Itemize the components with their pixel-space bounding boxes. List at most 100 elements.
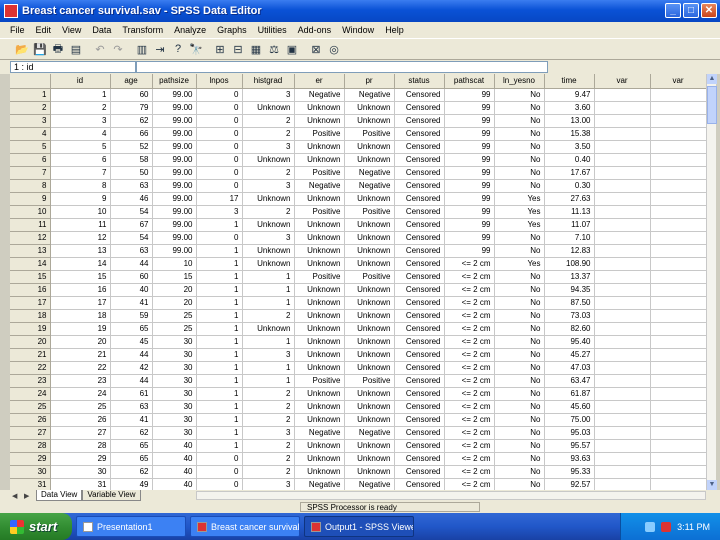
grid-cell[interactable]: Negative: [294, 179, 345, 193]
grid-cell[interactable]: [650, 413, 707, 427]
grid-cell[interactable]: [594, 88, 651, 102]
grid-cell[interactable]: 1: [196, 218, 243, 232]
grid-cell[interactable]: Unknown: [294, 387, 345, 401]
row-header[interactable]: 29: [10, 452, 51, 466]
tab-nav-left-icon[interactable]: ◀: [12, 492, 24, 500]
grid-cell[interactable]: Positive: [344, 127, 395, 141]
grid-cell[interactable]: 0: [196, 127, 243, 141]
row-header[interactable]: 3: [10, 114, 51, 128]
grid-cell[interactable]: 2: [242, 166, 295, 180]
grid-cell[interactable]: 16: [50, 283, 111, 297]
grid-cell[interactable]: 99: [444, 127, 495, 141]
redo-icon[interactable]: ↷: [110, 41, 126, 57]
row-header[interactable]: 18: [10, 309, 51, 323]
grid-cell[interactable]: Censored: [394, 153, 445, 167]
grid-cell[interactable]: Negative: [294, 88, 345, 102]
grid-cell[interactable]: 27.63: [544, 192, 595, 206]
grid-cell[interactable]: 99: [444, 140, 495, 154]
grid-cell[interactable]: [594, 348, 651, 362]
grid-cell[interactable]: Unknown: [344, 413, 395, 427]
grid-cell[interactable]: 0: [196, 88, 243, 102]
row-header[interactable]: 11: [10, 218, 51, 232]
grid-cell[interactable]: 99.00: [152, 218, 197, 232]
grid-cell[interactable]: 99.00: [152, 101, 197, 115]
grid-cell[interactable]: Unknown: [344, 218, 395, 232]
grid-cell[interactable]: Censored: [394, 322, 445, 336]
grid-cell[interactable]: 63: [110, 400, 153, 414]
value-labels-icon[interactable]: ⊠: [308, 41, 324, 57]
grid-cell[interactable]: 3: [242, 88, 295, 102]
grid-cell[interactable]: 99.00: [152, 244, 197, 258]
grid-cell[interactable]: [650, 218, 707, 232]
grid-cell[interactable]: 99: [444, 244, 495, 258]
grid-cell[interactable]: Unknown: [294, 153, 345, 167]
grid-cell[interactable]: [594, 257, 651, 271]
grid-cell[interactable]: 15: [50, 270, 111, 284]
grid-cell[interactable]: 59: [110, 309, 153, 323]
grid-cell[interactable]: Unknown: [294, 465, 345, 479]
row-header[interactable]: 2: [10, 101, 51, 115]
grid-cell[interactable]: 0: [196, 231, 243, 245]
grid-cell[interactable]: 63: [110, 244, 153, 258]
maximize-button[interactable]: □: [683, 3, 699, 18]
grid-cell[interactable]: 24: [50, 387, 111, 401]
grid-cell[interactable]: No: [494, 270, 545, 284]
grid-cell[interactable]: 1: [242, 296, 295, 310]
grid-cell[interactable]: [594, 309, 651, 323]
tab-data-view[interactable]: Data View: [36, 490, 83, 501]
grid-cell[interactable]: 1: [196, 270, 243, 284]
row-header[interactable]: 12: [10, 231, 51, 245]
row-header[interactable]: 17: [10, 296, 51, 310]
grid-cell[interactable]: Positive: [294, 205, 345, 219]
grid-cell[interactable]: Unknown: [294, 296, 345, 310]
save-icon[interactable]: 💾: [32, 41, 48, 57]
cell-value-input[interactable]: [136, 61, 548, 73]
grid-cell[interactable]: [650, 426, 707, 440]
grid-cell[interactable]: 2: [242, 127, 295, 141]
grid-cell[interactable]: [650, 348, 707, 362]
grid-cell[interactable]: Positive: [294, 270, 345, 284]
grid-cell[interactable]: Unknown: [344, 140, 395, 154]
grid-cell[interactable]: Unknown: [242, 244, 295, 258]
grid-cell[interactable]: <= 2 cm: [444, 361, 495, 375]
row-header[interactable]: 9: [10, 192, 51, 206]
grid-cell[interactable]: 15: [152, 270, 197, 284]
grid-cell[interactable]: 45: [110, 335, 153, 349]
grid-cell[interactable]: [594, 205, 651, 219]
grid-cell[interactable]: Censored: [394, 101, 445, 115]
grid-cell[interactable]: 94.35: [544, 283, 595, 297]
grid-cell[interactable]: Unknown: [344, 283, 395, 297]
grid-cell[interactable]: No: [494, 400, 545, 414]
grid-cell[interactable]: Unknown: [344, 244, 395, 258]
grid-cell[interactable]: 13.37: [544, 270, 595, 284]
grid-cell[interactable]: Censored: [394, 88, 445, 102]
grid-cell[interactable]: 67: [110, 218, 153, 232]
grid-cell[interactable]: 1: [242, 270, 295, 284]
task-data-editor[interactable]: Breast cancer survival...: [190, 516, 300, 537]
grid-cell[interactable]: 30: [152, 387, 197, 401]
grid-cell[interactable]: 1: [196, 374, 243, 388]
grid-cell[interactable]: 1: [196, 400, 243, 414]
grid-cell[interactable]: Yes: [494, 192, 545, 206]
grid-cell[interactable]: 99: [444, 205, 495, 219]
grid-cell[interactable]: 9: [50, 192, 111, 206]
grid-cell[interactable]: [594, 322, 651, 336]
grid-cell[interactable]: [594, 361, 651, 375]
grid-cell[interactable]: No: [494, 348, 545, 362]
grid-cell[interactable]: Unknown: [294, 309, 345, 323]
grid-cell[interactable]: 11.13: [544, 205, 595, 219]
grid-cell[interactable]: 99: [444, 218, 495, 232]
grid-cell[interactable]: 63.47: [544, 374, 595, 388]
grid-cell[interactable]: [650, 257, 707, 271]
grid-cell[interactable]: Unknown: [294, 257, 345, 271]
grid-cell[interactable]: [594, 179, 651, 193]
grid-cell[interactable]: 9.47: [544, 88, 595, 102]
grid-cell[interactable]: 27: [50, 426, 111, 440]
grid-cell[interactable]: Unknown: [242, 153, 295, 167]
grid-cell[interactable]: 99.00: [152, 88, 197, 102]
grid-cell[interactable]: <= 2 cm: [444, 387, 495, 401]
grid-cell[interactable]: No: [494, 231, 545, 245]
grid-cell[interactable]: Censored: [394, 465, 445, 479]
grid-cell[interactable]: Positive: [294, 166, 345, 180]
grid-cell[interactable]: Censored: [394, 439, 445, 453]
